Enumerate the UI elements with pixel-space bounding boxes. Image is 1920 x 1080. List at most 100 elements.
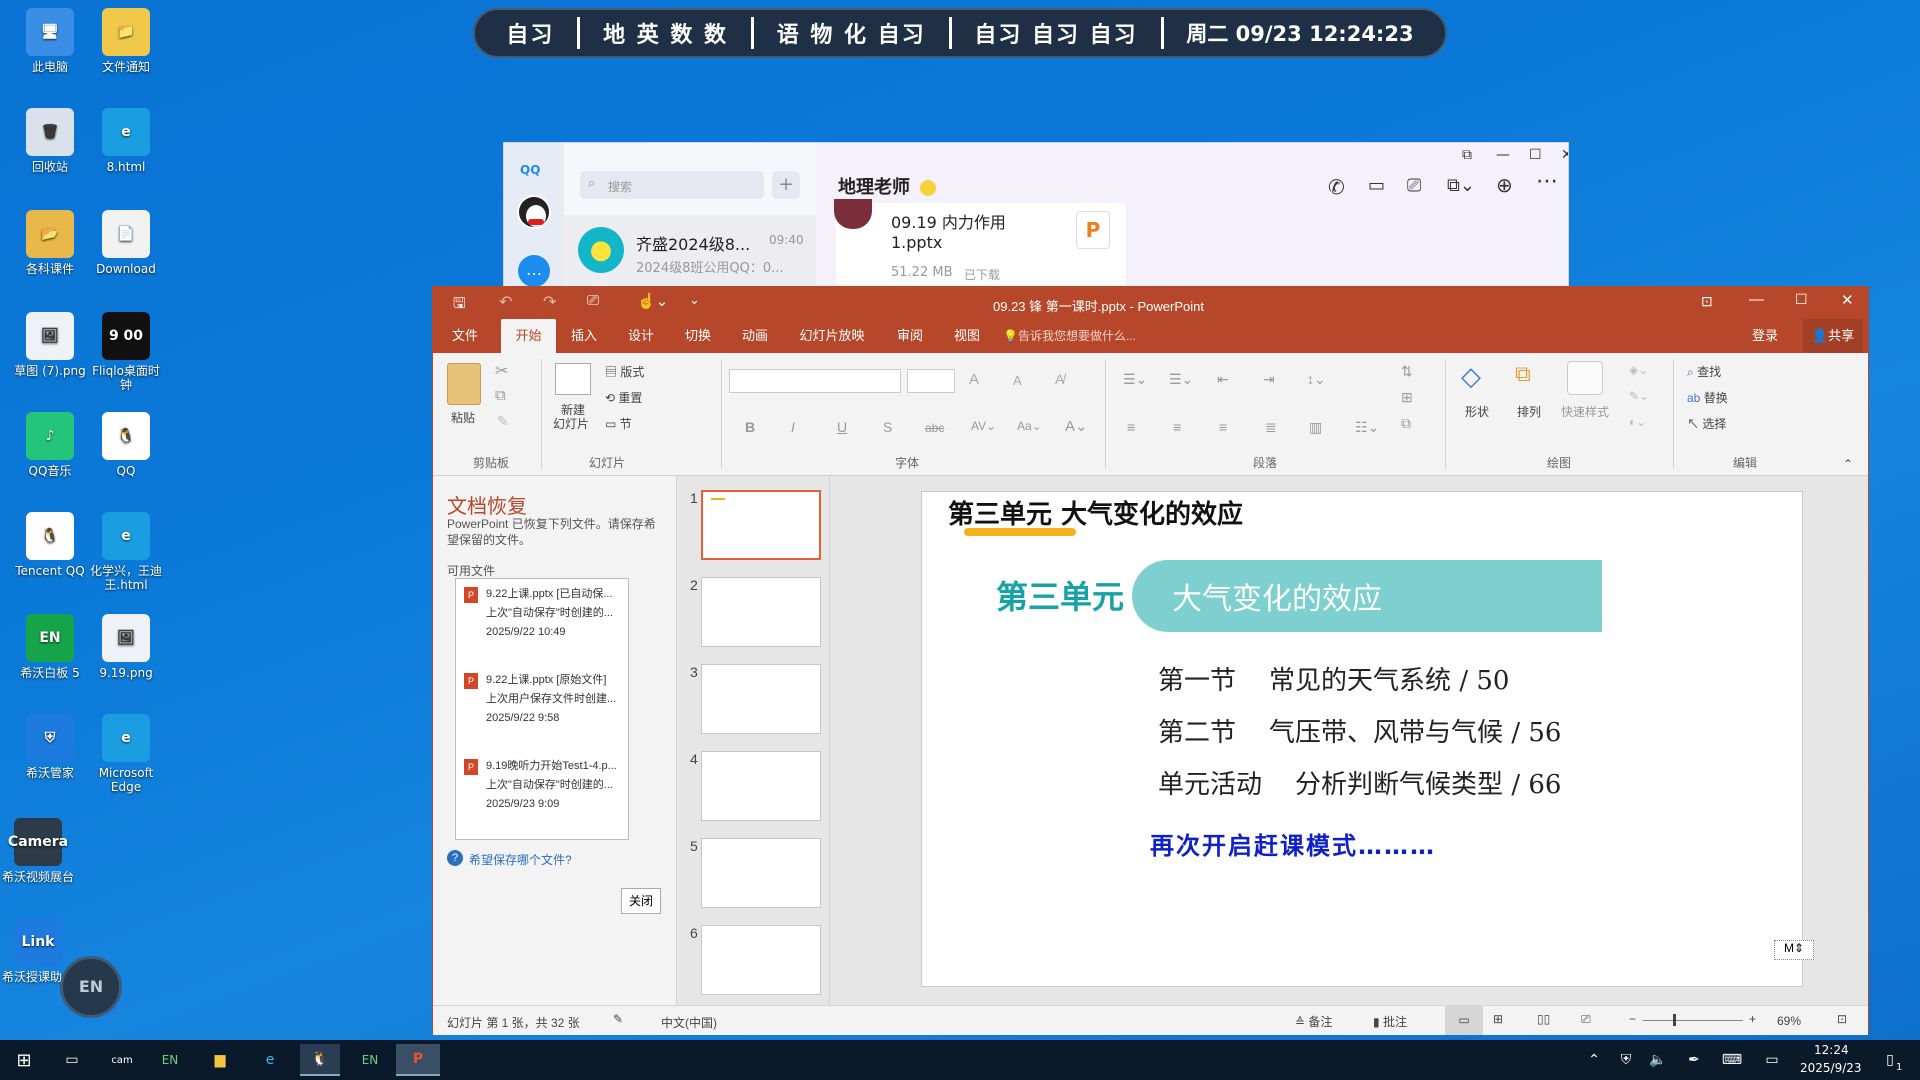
shape-outline-icon[interactable]: ✎⌄ [1629, 389, 1649, 403]
desktop-icon[interactable]: 9 00 Fliqlo桌面时钟 [88, 312, 164, 392]
distributed-icon[interactable]: ☷⌄ [1355, 419, 1379, 436]
redo-icon[interactable]: ↷ [543, 292, 556, 312]
align-left-icon[interactable]: ≡ [1127, 419, 1135, 435]
notes-button[interactable]: ≙ 备注 [1295, 1013, 1332, 1030]
slide-thumbnail[interactable] [701, 751, 821, 821]
message-icon[interactable]: … [518, 255, 550, 286]
slide-thumbnail[interactable] [701, 490, 821, 560]
share-button[interactable]: 👤共享 [1803, 319, 1863, 353]
zoom-in-icon[interactable]: + [1749, 1012, 1756, 1026]
font-size-input[interactable] [907, 369, 955, 393]
desktop-icon[interactable]: 📄 Download [88, 210, 164, 276]
shape-effects-icon[interactable]: ◐⌄ [1629, 415, 1646, 429]
zoom-slider[interactable] [1643, 1020, 1743, 1021]
shapes-icon[interactable]: ◇ [1461, 361, 1481, 392]
clear-format-icon[interactable]: A̸ [1055, 371, 1064, 387]
slideshow-icon[interactable]: ⎚ [1581, 1012, 1591, 1027]
desktop-icon[interactable]: 🖼 草图 (7).png [12, 312, 88, 378]
unit-label[interactable]: 第三单元 [996, 572, 1124, 618]
strikethrough-icon[interactable]: abc [925, 421, 944, 435]
desktop-icon[interactable]: e 8.html [88, 108, 164, 174]
char-spacing-icon[interactable]: AV⌄ [971, 419, 996, 433]
fit-slide-icon[interactable]: ⊡ [1837, 1012, 1847, 1026]
qq-add-button[interactable]: + [772, 171, 800, 199]
line-spacing-icon[interactable]: ↕⌄ [1307, 371, 1326, 388]
bullets-icon[interactable]: ☰⌄ [1123, 371, 1147, 388]
seewo-floating-button[interactable]: EN [60, 956, 122, 1018]
keyboard-icon[interactable]: ⌨ [1712, 1044, 1752, 1076]
desktop-icon[interactable]: e 化学兴，王迪王.html [88, 512, 164, 592]
qq-chat-item[interactable]: ● 齐盛2024级8... 09:40 2024级8班公用QQ：0... [564, 215, 816, 285]
tab-review[interactable]: 审阅 [885, 319, 935, 353]
quick-styles-icon[interactable] [1567, 361, 1603, 395]
desktop-icon[interactable]: 🗑 回收站 [12, 108, 88, 174]
shape-fill-icon[interactable]: ◈⌄ [1629, 363, 1648, 377]
change-case-icon[interactable]: Aa⌄ [1017, 419, 1042, 433]
phone-icon[interactable]: ✆ [1328, 175, 1345, 199]
smartart-icon[interactable]: ⧉ [1401, 415, 1411, 432]
tab-insert[interactable]: 插入 [559, 319, 609, 353]
close-icon[interactable]: ✕ [1841, 291, 1854, 309]
more-icon[interactable]: ⋯ [1536, 169, 1558, 194]
new-slide-button[interactable] [555, 363, 591, 395]
maximize-icon[interactable]: ☐ [1795, 291, 1808, 308]
grow-font-icon[interactable]: A [969, 371, 979, 388]
columns-icon[interactable]: ▥ [1309, 419, 1322, 436]
desktop-icon[interactable]: 📁 文件通知 [88, 8, 164, 74]
zoom-out-icon[interactable]: − [1629, 1012, 1636, 1026]
tab-animations[interactable]: 动画 [730, 319, 780, 353]
edge-icon[interactable]: e [250, 1044, 290, 1076]
tab-home[interactable]: 开始 [501, 319, 556, 353]
select-button[interactable]: ↖ 选择 [1687, 415, 1726, 432]
italic-icon[interactable]: I [791, 419, 795, 435]
slide-thumbnail[interactable] [701, 664, 821, 734]
seewo-whiteboard-icon[interactable]: EN [150, 1044, 190, 1076]
touch-mode-icon[interactable]: ☝⌄ [637, 292, 668, 310]
camera-app-icon[interactable]: cam [102, 1044, 142, 1076]
reset-button[interactable]: ⟲ 重置 [605, 389, 642, 406]
qq-search-input[interactable]: ⌕ 搜索 [580, 171, 764, 199]
minimize-icon[interactable]: — [1496, 147, 1510, 163]
find-button[interactable]: ⌕ 查找 [1687, 363, 1721, 380]
recovery-help-link[interactable]: 希望保存哪个文件? [469, 851, 572, 868]
save-icon[interactable]: 🖫 [453, 293, 466, 318]
align-text-icon[interactable]: ⊞ [1401, 389, 1413, 406]
task-view-icon[interactable]: ▭ [52, 1044, 92, 1076]
display-icon[interactable]: ▭ [1752, 1044, 1792, 1076]
shadow-icon[interactable]: S [883, 419, 892, 435]
decrease-indent-icon[interactable]: ⇤ [1217, 371, 1229, 388]
clock-time[interactable]: 12:24 [1814, 1043, 1849, 1057]
recovery-file-item[interactable]: P 9.19晚听力开始Test1-4.p... 上次"自动保存"时创建的... 202… [464, 759, 624, 835]
section-button[interactable]: ▭ 节 [605, 415, 632, 432]
recovery-close-button[interactable]: 关闭 [621, 888, 661, 914]
collapse-ribbon-icon[interactable]: ⌃ [1843, 457, 1853, 471]
maximize-icon[interactable]: ☐ [1529, 147, 1542, 163]
align-right-icon[interactable]: ≡ [1219, 419, 1227, 435]
comments-button[interactable]: ▮ 批注 [1373, 1013, 1407, 1030]
slide-heading[interactable]: 第三单元 大气变化的效应 [948, 494, 1243, 531]
desktop-icon[interactable]: EN 希沃白板 5 [12, 614, 88, 680]
replace-button[interactable]: ab 替换 [1687, 389, 1728, 406]
slide-thumbnail[interactable] [701, 577, 821, 647]
qq-file-message[interactable]: 09.19 内力作用 1.pptx 51.22 MB 已下载 P [834, 199, 1126, 286]
font-color-icon[interactable]: A⌄ [1065, 417, 1088, 435]
customize-icon[interactable]: ⌄ [689, 292, 700, 308]
language-status[interactable]: 中文(中国) [661, 1014, 717, 1031]
slide-line-2[interactable]: 第二节 气压带、风带与气候 / 56 [1158, 712, 1561, 749]
clock-date[interactable]: 2025/9/23 [1800, 1061, 1862, 1075]
ribbon-display-icon[interactable]: ⊡ [1701, 293, 1713, 310]
desktop-icon[interactable]: 📂 各科课件 [12, 210, 88, 276]
desktop-icon[interactable]: ⛨ 希沃管家 [12, 714, 88, 780]
shrink-font-icon[interactable]: A [1013, 373, 1022, 388]
desktop-icon[interactable]: 🖼 9.19.png [88, 614, 164, 680]
copy-icon[interactable]: ⧉ [495, 387, 506, 404]
align-center-icon[interactable]: ≡ [1173, 419, 1181, 435]
cut-icon[interactable]: ✂ [495, 361, 508, 381]
desktop-icon[interactable]: Camera 希沃视频展台 [0, 818, 76, 884]
recovery-file-item[interactable]: P 9.22上课.pptx [已自动保... 上次"自动保存"时创建的... 2025… [464, 587, 624, 663]
increase-indent-icon[interactable]: ⇥ [1263, 371, 1275, 388]
undo-icon[interactable]: ↶ [499, 292, 512, 312]
seewo-taskbar-icon[interactable]: EN [350, 1044, 390, 1076]
recovery-file-item[interactable]: P 9.22上课.pptx [原始文件] 上次用户保存文件时创建... 2025/9/… [464, 673, 624, 749]
slide-thumbnail[interactable] [701, 925, 821, 995]
